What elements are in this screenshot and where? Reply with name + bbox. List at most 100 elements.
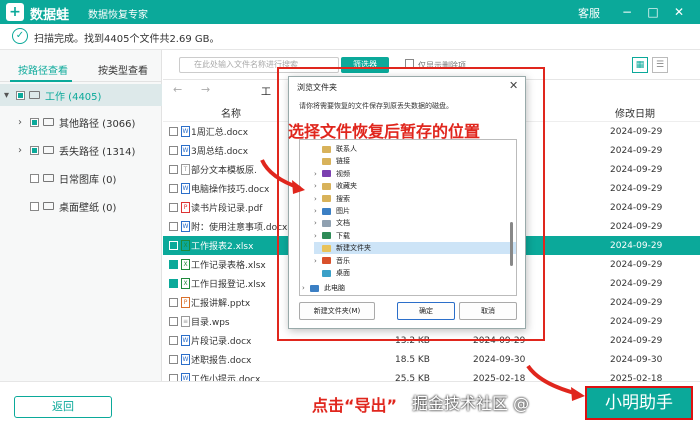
view-tabs: 按路径查看 按类型查看 (0, 50, 161, 82)
tree-checkbox[interactable] (30, 145, 39, 155)
tree-checkbox[interactable] (30, 117, 39, 127)
chevron-right-icon[interactable]: › (302, 284, 310, 292)
folder-tree-item[interactable]: › 下载 (314, 230, 350, 242)
back-arrow-icon[interactable]: ← (173, 83, 182, 96)
dialog-close-icon[interactable]: ✕ (509, 79, 518, 92)
modified-date: 2024-09-29 (610, 259, 663, 270)
app-name: 数据蛙 (30, 8, 70, 23)
row-checkbox[interactable] (169, 222, 178, 231)
file-xls-icon: X (181, 278, 190, 289)
row-checkbox[interactable] (169, 298, 178, 307)
chevron-right-icon[interactable]: › (18, 145, 30, 156)
row-checkbox[interactable] (169, 317, 178, 326)
close-button[interactable]: ✕ (670, 3, 688, 21)
column-modified-header[interactable]: 修改日期 (615, 105, 655, 120)
folder-icon (322, 219, 331, 227)
chevron-right-icon[interactable]: › (18, 117, 30, 128)
tree-item-label: 日常图库 (0) (59, 174, 117, 186)
column-name-header[interactable]: 名称 (221, 105, 241, 120)
folder-tree-item[interactable]: › 音乐 (314, 255, 350, 267)
folder-tree-item[interactable]: › 搜索 (314, 193, 350, 205)
folder-tree-item[interactable]: › 图片 (314, 205, 350, 217)
file-txt-icon: T (181, 164, 190, 175)
maximize-button[interactable]: □ (644, 3, 662, 21)
modified-date: 2024-09-29 (610, 126, 663, 137)
row-checkbox[interactable] (169, 336, 178, 345)
folder-tree-item[interactable]: › 此电脑 (302, 282, 345, 294)
table-row[interactable]: W 述职报告.docx 18.5 KB 2024-09-30 2024-09-30 (163, 350, 700, 369)
minimize-button[interactable]: − (618, 3, 636, 21)
file-name: 电脑操作技巧.docx (191, 185, 270, 195)
row-checkbox[interactable] (169, 184, 178, 193)
chevron-right-icon[interactable]: › (314, 207, 322, 215)
scan-status-text: 扫描完成。找到4405个文件共2.69 GB。 (34, 34, 220, 45)
folder-tree-label: 链接 (336, 157, 350, 166)
back-button[interactable]: 返回 (14, 396, 112, 418)
grid-view-icon[interactable]: ▦ (632, 57, 648, 73)
scrollbar-thumb[interactable] (510, 222, 513, 266)
ok-button[interactable]: 确定 (397, 302, 455, 320)
tree-checkbox[interactable] (30, 173, 39, 183)
modified-date: 2024-09-29 (610, 278, 663, 289)
tree-scrollbar[interactable] (510, 142, 514, 292)
file-doc-icon: W (181, 354, 190, 365)
folder-tree-item[interactable]: › 文档 (314, 217, 350, 229)
tree-checkbox[interactable] (30, 201, 39, 211)
chevron-right-icon[interactable]: › (314, 219, 322, 227)
row-checkbox[interactable] (169, 165, 178, 174)
folder-tree-label: 搜索 (336, 194, 350, 203)
folder-icon (322, 157, 331, 165)
chevron-down-icon[interactable]: ▾ (4, 90, 16, 101)
folder-icon (43, 202, 54, 210)
app-logo-icon: + (6, 3, 24, 21)
modified-date: 2024-09-29 (610, 202, 663, 213)
tab-by-type[interactable]: 按类型查看 (98, 62, 148, 77)
row-checkbox[interactable] (169, 355, 178, 364)
row-checkbox[interactable] (169, 146, 178, 155)
tree-item-lost-paths[interactable]: › 丢失路径 (1314) (18, 139, 135, 161)
folder-icon (322, 244, 331, 252)
row-checkbox[interactable] (169, 203, 178, 212)
chevron-right-icon[interactable]: › (314, 182, 322, 190)
file-doc-icon: W (181, 183, 190, 194)
file-pdf-icon: P (181, 202, 190, 213)
folder-icon (322, 269, 331, 277)
tree-checkbox[interactable] (16, 90, 25, 100)
tree-item-work[interactable]: ▾ 工作 (4405) (0, 84, 162, 106)
list-view-icon[interactable]: ☰ (652, 57, 668, 73)
folder-tree-item[interactable]: › 收藏夹 (314, 180, 357, 192)
folder-icon (322, 182, 331, 190)
tree-item-desktop-wallpaper[interactable]: 桌面壁纸 (0) (30, 195, 116, 217)
row-checkbox[interactable] (169, 260, 178, 269)
cancel-button[interactable]: 取消 (459, 302, 517, 320)
watermark-text: 掘金技术社区 @ (412, 394, 530, 413)
customer-service-link[interactable]: 客服 (578, 5, 600, 21)
file-size: 18.5 KB (395, 354, 430, 365)
chevron-right-icon[interactable]: › (314, 170, 322, 178)
forward-arrow-icon[interactable]: → (201, 83, 210, 96)
folder-tree: 联系人 链接 › 视频 › 收藏夹 › 搜索 › 图片 › 文档 › 下载 新建文件夹 › 音乐 桌面 › 此电脑 (299, 139, 517, 296)
file-name: 部分文本模板原. (191, 166, 257, 176)
chevron-right-icon[interactable]: › (314, 257, 322, 265)
chevron-right-icon[interactable]: › (314, 232, 322, 240)
folder-tree-item[interactable]: 链接 (314, 155, 350, 167)
row-checkbox[interactable] (169, 127, 178, 136)
file-date: 2024-09-30 (473, 354, 526, 365)
export-button[interactable]: 小明助手 (585, 386, 693, 420)
row-checkbox[interactable] (169, 241, 178, 250)
folder-tree-item[interactable]: 桌面 (314, 267, 350, 279)
tree-item-daily-gallery[interactable]: 日常图库 (0) (30, 167, 116, 189)
check-circle-icon: ✓ (12, 28, 28, 44)
folder-icon (29, 91, 40, 99)
folder-tree-item[interactable]: › 视频 (314, 168, 350, 180)
tree-item-other-paths[interactable]: › 其他路径 (3066) (18, 111, 135, 133)
tab-by-path[interactable]: 按路径查看 (18, 62, 68, 77)
folder-tree-item[interactable]: 联系人 (314, 143, 357, 155)
new-folder-button[interactable]: 新建文件夹(M) (299, 302, 375, 320)
chevron-right-icon[interactable]: › (314, 195, 322, 203)
folder-tree-item[interactable]: 新建文件夹 (314, 242, 516, 255)
row-checkbox[interactable] (169, 279, 178, 288)
file-name: 工作报表2.xlsx (191, 242, 254, 252)
modified-date: 2024-09-29 (610, 183, 663, 194)
folder-icon (322, 195, 331, 203)
